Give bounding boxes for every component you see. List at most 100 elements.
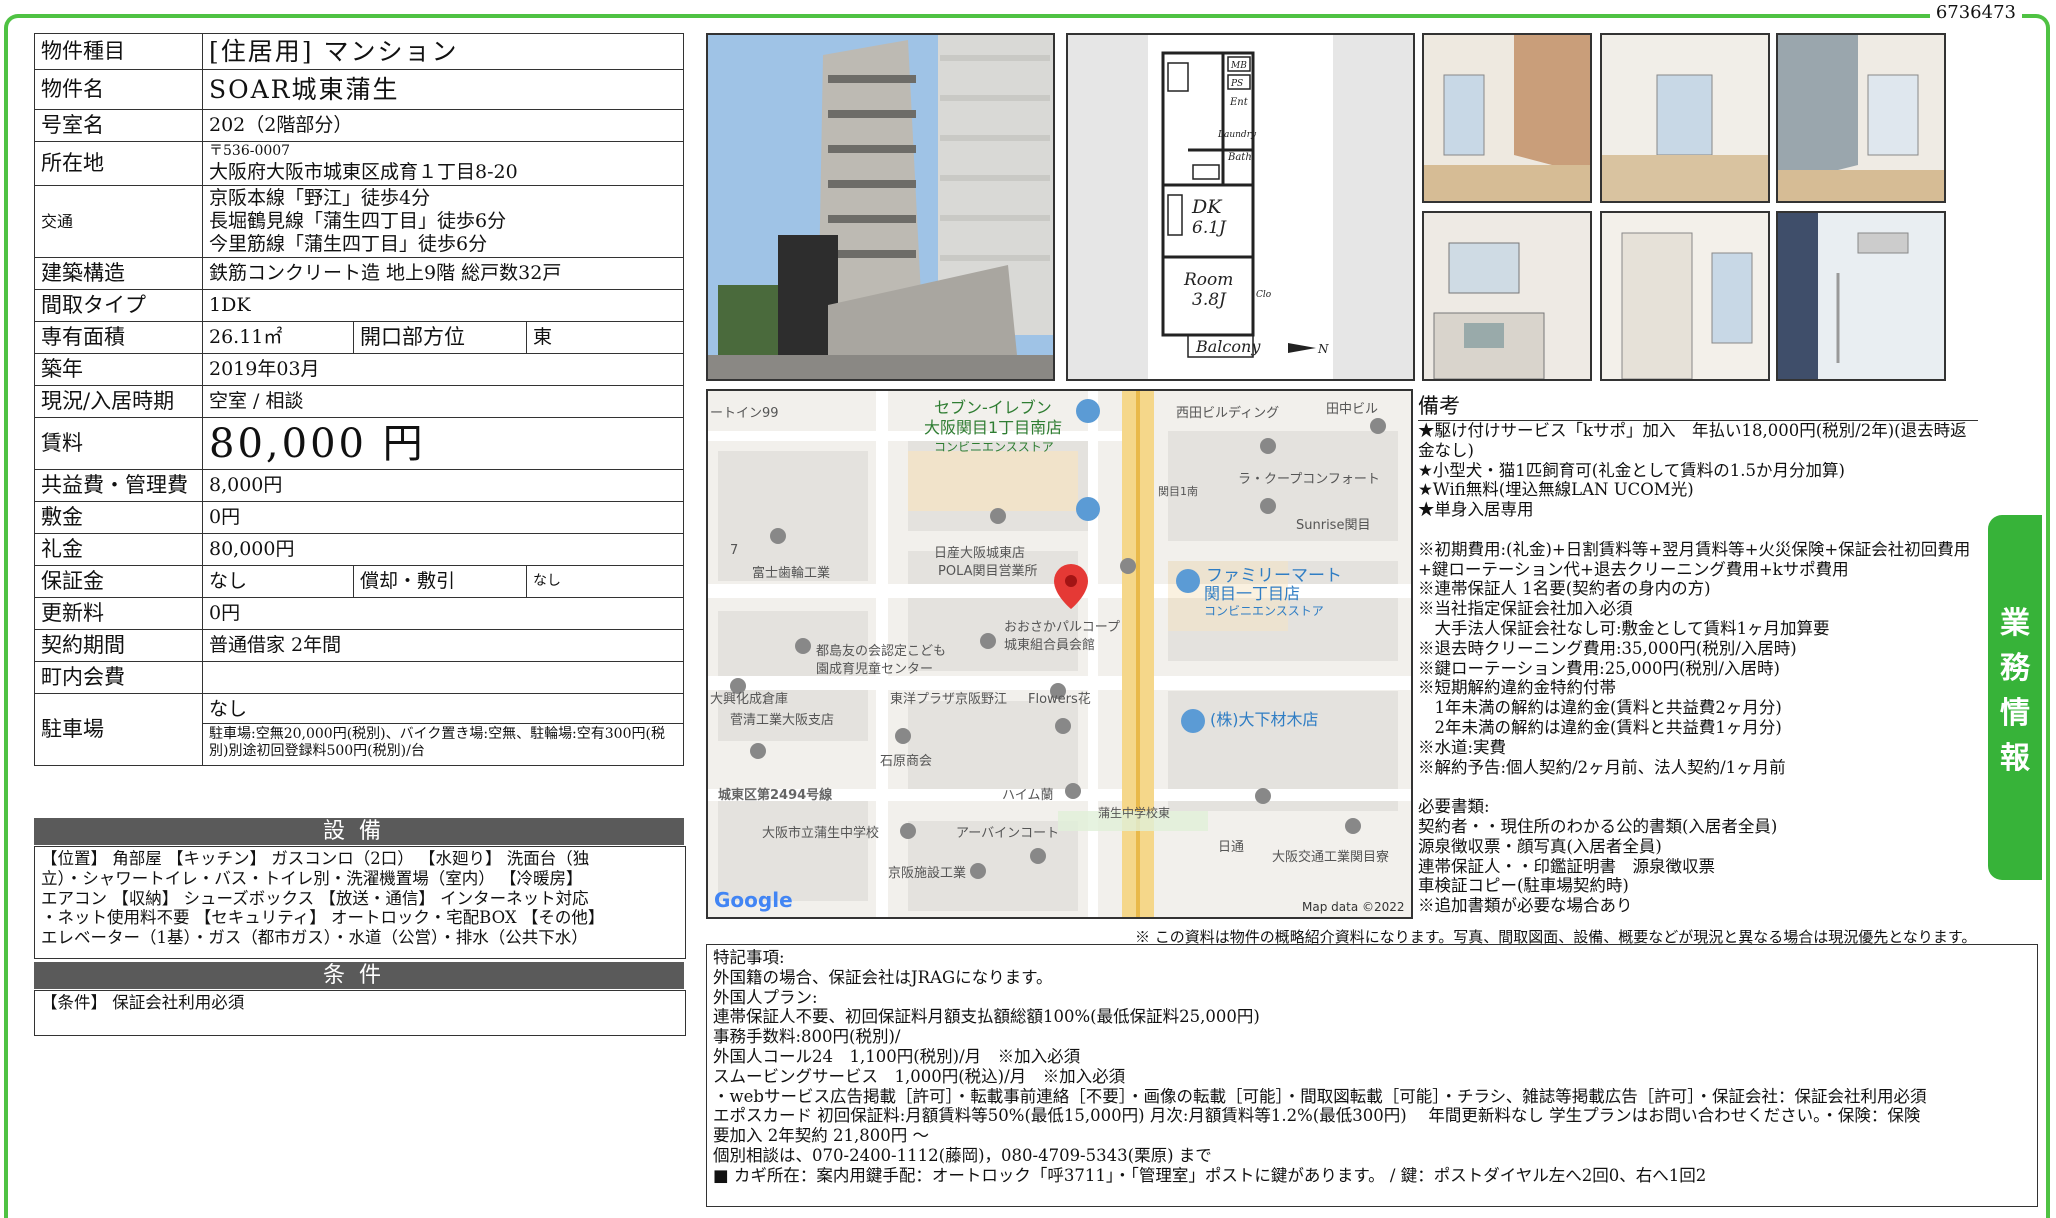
note-line: 事務手数料:800円(税別)/ — [713, 1027, 901, 1047]
note-line: 外国籍の場合、保証会社はJRAGになります。 — [713, 967, 1053, 987]
map-label: 東洋プラザ京阪野江 — [890, 691, 1007, 707]
parking-detail: 駐車場:空無20,000円(税別)、バイク置き場:空無、駐輪場:空有300円(税… — [203, 722, 683, 761]
map-label: Flowers花 — [1028, 691, 1091, 707]
status-value: 空室 / 相談 — [202, 385, 684, 418]
address-value: 大阪府大阪市城東区成育１丁目8-20 — [209, 160, 518, 183]
tab-char: 務 — [2000, 651, 2030, 686]
type-value: [住居用] マンション — [202, 33, 684, 70]
remarks-header: 備考 — [1418, 390, 1978, 421]
note-line: 要加入 2年契約 21,800円 ～ — [713, 1126, 929, 1146]
direction-value: 東 — [526, 321, 684, 354]
traffic-line-1: 京阪本線「野江」徒歩4分 — [209, 187, 431, 210]
map-label: 田中ビル — [1326, 402, 1378, 417]
map-label: 西田ビルディング — [1176, 405, 1279, 421]
conditions-header: 条件 — [34, 962, 684, 989]
room-label: 号室名 — [34, 109, 203, 142]
contract-value: 普通借家 2年間 — [202, 629, 684, 662]
map-label: アーバインコート — [956, 826, 1059, 841]
name-label: 物件名 — [34, 69, 203, 110]
special-notes: 特記事項: 外国籍の場合、保証会社はJRAGになります。 外国人プラン: 連帯保… — [706, 944, 2038, 1207]
map-label: ラ・クープコンフォート — [1238, 472, 1380, 487]
floorplan-label-ent: Ent — [1229, 97, 1249, 108]
map-label: 大阪交通工業関目寮 — [1272, 849, 1389, 865]
note-line: 個別相談は、070-2400-1112(藤岡)，080-4709-5343(栗原… — [713, 1145, 1212, 1165]
map-attribution: Map data ©2022 — [1302, 900, 1405, 914]
map-label: 都島友の会認定こども — [816, 643, 946, 659]
note-line: ■ カギ所在：案内用鍵手配：オートロック「呼3711」・「管理室」ポストに鍵があ… — [713, 1165, 1707, 1185]
interior-photo — [1600, 211, 1770, 381]
fee-value: 8,000円 — [202, 469, 684, 502]
fee-label: 共益費・管理費 — [34, 469, 203, 502]
map-label: ハイム蘭 — [1002, 787, 1053, 803]
map-label: おおさかパルコープ — [1004, 620, 1120, 635]
property-table: 物件種目 [住居用] マンション 物件名 SOAR城東蒲生 号室名 202（2階部分）… — [34, 33, 684, 766]
map-label: 京阪施設工業 — [888, 865, 966, 881]
floorplan-label-laundry: Laundry — [1217, 130, 1257, 140]
interior-photo — [1422, 33, 1592, 203]
rent-label: 賃料 — [34, 417, 203, 470]
key-money-value: 80,000円 — [202, 533, 684, 566]
town-fee-value — [202, 661, 684, 694]
floorplan-label-ps: PS — [1230, 79, 1243, 89]
location-map[interactable]: ートイン99 セブン-イレブン 大阪関目1丁目南店 コンビニエンスストア 西田ビ… — [706, 389, 1413, 919]
map-label: (株)大下材木店 — [1210, 710, 1319, 729]
traffic-line-3: 今里筋線「蒲生四丁目」徒歩6分 — [209, 232, 488, 255]
equipment-header: 設備 — [34, 818, 684, 845]
map-label: 園成育児童センター — [816, 661, 933, 677]
property-id: 6736473 — [1929, 2, 2022, 23]
interior-photo — [1776, 211, 1946, 381]
equipment-line: 立）・シャワートイレ・バス・トイレ別・洗濯機置場（室内） 【冷暖房】 — [41, 868, 583, 888]
note-line: 連帯保証人不要、初回保証料月額支払額総額100%(最低保証料25,000円) — [713, 1007, 1260, 1027]
note-line: 外国人コール24 1,100円(税別)/月 ※加入必須 — [713, 1046, 1081, 1066]
map-label: コンビニエンスストア — [934, 440, 1054, 454]
parking-value: なし — [209, 698, 248, 721]
map-label: ファミリーマート — [1206, 566, 1342, 586]
map-label: Sunrise関目 — [1296, 518, 1370, 533]
floorplan-label-dk: DK — [1191, 196, 1223, 218]
map-label: 城東区第2494号線 — [718, 787, 833, 803]
renewal-value: 0円 — [202, 597, 684, 630]
floorplan-label-clo: Clo — [1256, 290, 1272, 300]
area-value: 26.11㎡ — [202, 321, 354, 354]
zip-code: 〒536-0007 — [209, 143, 291, 160]
type-label: 物件種目 — [34, 33, 203, 70]
google-logo: Google — [714, 888, 793, 912]
traffic-line-2: 長堀鶴見線「蒲生四丁目」徒歩6分 — [209, 210, 507, 233]
map-label: 富士歯輪工業 — [752, 565, 830, 581]
deposit-value: 0円 — [202, 501, 684, 534]
status-label: 現況/入居時期 — [34, 385, 203, 418]
map-label: 石原商会 — [880, 754, 932, 769]
map-label: 関目1南 — [1158, 485, 1198, 498]
remarks-body: ★駆け付けサービス「kサポ」加入 年払い18,000円(税別/2年)(退去時返金… — [1418, 421, 1971, 916]
map-label: セブン-イレブン — [934, 398, 1052, 417]
structure-label: 建築構造 — [34, 257, 203, 290]
map-label: 菅清工業大阪支店 — [730, 712, 834, 728]
interior-photo — [1776, 33, 1946, 203]
floorplan-label-balcony: Balcony — [1195, 337, 1261, 356]
map-label: POLA関目営業所 — [938, 563, 1038, 579]
note-line: 特記事項: — [713, 948, 785, 967]
layout-label: 間取タイプ — [34, 289, 203, 322]
traffic-label: 交通 — [34, 185, 203, 258]
amortization-value: なし — [526, 565, 684, 598]
deposit-label: 敷金 — [34, 501, 203, 534]
equipment-line: エレベーター（1基）・ガス（都市ガス）・水道（公営）・排水（公共下水） — [41, 928, 588, 948]
equipment-line: 【位置】 角部屋 【キッチン】 ガスコンロ（2口） 【水廻り】 洗面台（独 — [41, 849, 590, 868]
built-label: 築年 — [34, 353, 203, 386]
built-value: 2019年03月 — [202, 353, 684, 386]
structure-value: 鉄筋コンクリート造 地上9階 総戸数32戸 — [202, 257, 684, 290]
contract-label: 契約期間 — [34, 629, 203, 662]
interior-photo — [1422, 211, 1592, 381]
guarantee-value: なし — [202, 565, 354, 598]
renewal-label: 更新料 — [34, 597, 203, 630]
floorplan-label-mb: MB — [1230, 61, 1247, 71]
equipment-body: 【位置】 角部屋 【キッチン】 ガスコンロ（2口） 【水廻り】 洗面台（独 立）… — [34, 846, 686, 959]
floorplan-label-dk-size: 6.1J — [1192, 218, 1227, 238]
map-label: 蒲生中学校東 — [1098, 805, 1170, 820]
note-line: 外国人プラン: — [713, 987, 818, 1007]
tab-char: 報 — [2000, 741, 2030, 776]
map-label: 日通 — [1218, 840, 1244, 855]
map-label: 日産大阪城東店 — [934, 545, 1025, 561]
business-info-tab[interactable]: 業 務 情 報 — [1988, 515, 2042, 880]
map-label: ートイン99 — [710, 406, 779, 421]
